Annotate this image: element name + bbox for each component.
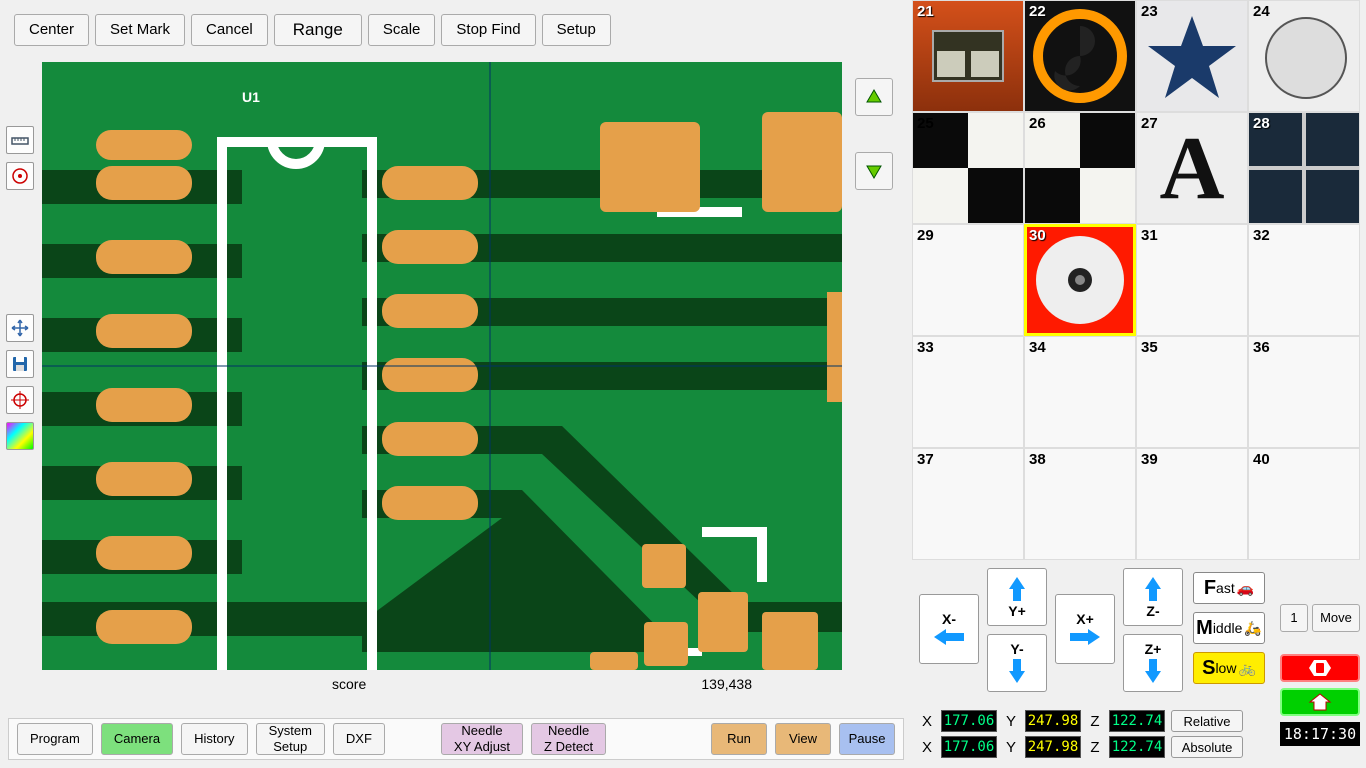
thumb-37[interactable]: 37 [912, 448, 1024, 560]
speed-slow-button[interactable]: Slow🚲 [1193, 652, 1265, 684]
abs-y-value: 247.98 [1025, 736, 1081, 758]
scroll-up-button[interactable] [855, 78, 893, 116]
dxf-button[interactable]: DXF [333, 723, 385, 755]
jog-z-plus[interactable]: Z+ [1123, 634, 1183, 692]
run-button[interactable]: Run [711, 723, 767, 755]
move-button[interactable]: Move [1312, 604, 1360, 632]
system-setup-button[interactable]: System Setup [256, 723, 325, 755]
car-icon: 🚗 [1237, 580, 1254, 597]
home-button[interactable] [1280, 688, 1360, 716]
camera-view[interactable]: U1 [42, 62, 842, 670]
thumb-34[interactable]: 34 [1024, 336, 1136, 448]
needle-xy-button[interactable]: Needle XY Adjust [441, 723, 523, 755]
emergency-stop-button[interactable] [1280, 654, 1360, 682]
save-icon[interactable] [6, 350, 34, 378]
thumb-23[interactable]: 23 [1136, 0, 1248, 112]
range-button[interactable]: Range [274, 14, 362, 46]
camera-button[interactable]: Camera [101, 723, 173, 755]
jog-x-minus[interactable]: X- [919, 594, 979, 664]
score-label: score [332, 676, 366, 692]
rel-y-value: 247.98 [1025, 710, 1081, 732]
scooter-icon: 🛵 [1244, 620, 1261, 637]
jog-x-plus[interactable]: X+ [1055, 594, 1115, 664]
thumb-39[interactable]: 39 [1136, 448, 1248, 560]
score-value: 139,438 [701, 676, 752, 692]
thumb-27[interactable]: 27A [1136, 112, 1248, 224]
pause-button[interactable]: Pause [839, 723, 895, 755]
set-mark-button[interactable]: Set Mark [95, 14, 185, 46]
clock-display: 18:17:30 [1280, 722, 1360, 746]
mark-thumbnail-grid: 21 22 23 24 25 26 27A 28 29 30 31 32 33 … [912, 0, 1366, 560]
thumb-32[interactable]: 32 [1248, 224, 1360, 336]
thumb-40[interactable]: 40 [1248, 448, 1360, 560]
thumb-35[interactable]: 35 [1136, 336, 1248, 448]
setup-button[interactable]: Setup [542, 14, 611, 46]
target-circle-icon[interactable] [6, 162, 34, 190]
thumb-30[interactable]: 30 [1024, 224, 1136, 336]
bicycle-icon: 🚲 [1238, 660, 1255, 677]
thumb-33[interactable]: 33 [912, 336, 1024, 448]
history-button[interactable]: History [181, 723, 247, 755]
jog-panel: X- Y+ Y- X+ Z- Z+ Fast🚗 Middle🛵 Slow🚲 X1… [915, 564, 1273, 764]
view-button[interactable]: View [775, 723, 831, 755]
svg-text:U1: U1 [242, 89, 260, 105]
stop-find-button[interactable]: Stop Find [441, 14, 535, 46]
abs-z-value: 122.74 [1109, 736, 1165, 758]
ruler-icon[interactable] [6, 126, 34, 154]
thumb-26[interactable]: 26 [1024, 112, 1136, 224]
thumb-21[interactable]: 21 [912, 0, 1024, 112]
coords-absolute-row: X177.06 Y247.98 Z122.74 Absolute [919, 736, 1243, 758]
bottom-bar: Program Camera History System Setup DXF … [8, 718, 904, 760]
program-button[interactable]: Program [17, 723, 93, 755]
abs-x-value: 177.06 [941, 736, 997, 758]
rel-z-value: 122.74 [1109, 710, 1165, 732]
thumb-24[interactable]: 24 [1248, 0, 1360, 112]
aux-panel: 1 Move 18:17:30 [1280, 604, 1360, 746]
color-picker-icon[interactable] [6, 422, 34, 450]
jog-y-plus[interactable]: Y+ [987, 568, 1047, 626]
jog-y-minus[interactable]: Y- [987, 634, 1047, 692]
move-icon[interactable] [6, 314, 34, 342]
speed-middle-button[interactable]: Middle🛵 [1193, 612, 1265, 644]
crosshair-icon[interactable] [6, 386, 34, 414]
score-row: score 139,438 [42, 676, 842, 692]
step-1-button[interactable]: 1 [1280, 604, 1308, 632]
thumb-22[interactable]: 22 [1024, 0, 1136, 112]
thumb-28[interactable]: 28 [1248, 112, 1360, 224]
absolute-button[interactable]: Absolute [1171, 736, 1243, 758]
cancel-button[interactable]: Cancel [191, 14, 268, 46]
thumb-38[interactable]: 38 [1024, 448, 1136, 560]
scroll-down-button[interactable] [855, 152, 893, 190]
relative-button[interactable]: Relative [1171, 710, 1243, 732]
center-button[interactable]: Center [14, 14, 89, 46]
thumb-25[interactable]: 25 [912, 112, 1024, 224]
speed-fast-button[interactable]: Fast🚗 [1193, 572, 1265, 604]
scale-button[interactable]: Scale [368, 14, 436, 46]
thumbnail-scroll [855, 78, 893, 190]
thumb-29[interactable]: 29 [912, 224, 1024, 336]
thumb-36[interactable]: 36 [1248, 336, 1360, 448]
coords-relative-row: X177.06 Y247.98 Z122.74 Relative [919, 710, 1243, 732]
thumb-31[interactable]: 31 [1136, 224, 1248, 336]
needle-z-button[interactable]: Needle Z Detect [531, 723, 606, 755]
jog-z-minus[interactable]: Z- [1123, 568, 1183, 626]
rel-x-value: 177.06 [941, 710, 997, 732]
left-toolbar [6, 126, 34, 450]
top-toolbar: Center Set Mark Cancel Range Scale Stop … [14, 14, 611, 46]
